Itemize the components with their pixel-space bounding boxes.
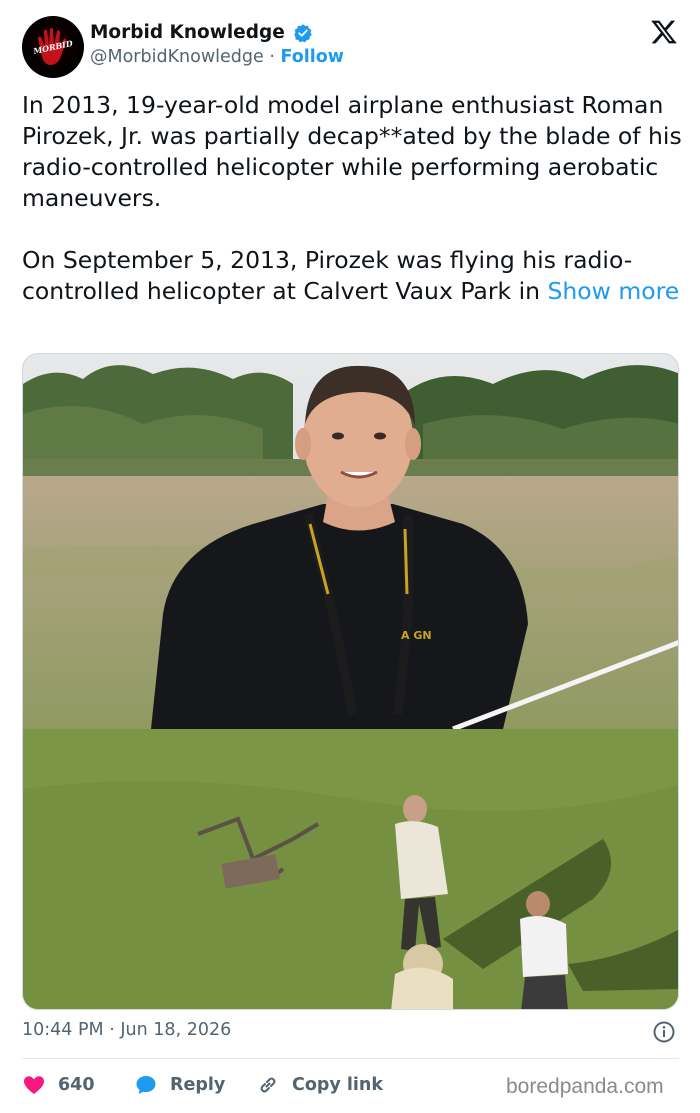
- author-display-name[interactable]: Morbid Knowledge: [90, 22, 285, 43]
- verified-badge-icon: [294, 23, 312, 42]
- x-logo-icon[interactable]: [650, 18, 678, 46]
- tweet-text: In 2013, 19-year-old model airplane enth…: [22, 90, 682, 307]
- reply-label: Reply: [170, 1075, 226, 1095]
- tweet-header: MORBID Morbid Knowledge @MorbidKnowledge…: [22, 16, 682, 78]
- author-handle[interactable]: @MorbidKnowledge: [90, 47, 264, 67]
- source-watermark: boredpanda.com: [506, 1075, 664, 1098]
- reply-button[interactable]: Reply: [134, 1070, 225, 1100]
- reply-bubble-icon: [136, 1076, 156, 1094]
- svg-text:A GN: A GN: [401, 629, 432, 642]
- follow-button[interactable]: Follow: [281, 47, 344, 67]
- info-icon[interactable]: [652, 1020, 676, 1044]
- tweet-paragraph-1: In 2013, 19-year-old model airplane enth…: [22, 91, 682, 212]
- link-icon: [260, 1077, 276, 1093]
- tweet-timestamp[interactable]: 10:44 PM · Jun 18, 2026: [22, 1020, 231, 1040]
- like-button[interactable]: 640: [22, 1070, 95, 1100]
- show-more-link[interactable]: Show more: [547, 277, 679, 305]
- tweet-date[interactable]: Jun 18, 2026: [120, 1020, 231, 1040]
- tweet-paragraph-2-text: On September 5, 2013, Pirozek was flying…: [22, 246, 633, 305]
- portrait-photo[interactable]: A GN: [23, 354, 679, 729]
- timestamp-separator: ·: [109, 1020, 115, 1040]
- handle-separator: ·: [269, 47, 275, 67]
- divider: [22, 1058, 679, 1059]
- tweet-media[interactable]: A GN: [22, 353, 679, 1010]
- author-names: Morbid Knowledge @MorbidKnowledge · Foll…: [90, 22, 344, 67]
- tweet-time[interactable]: 10:44 PM: [22, 1020, 104, 1040]
- field-photo[interactable]: [23, 729, 679, 1010]
- copy-link-button[interactable]: Copy link: [256, 1070, 383, 1100]
- avatar[interactable]: MORBID: [22, 16, 84, 78]
- like-count: 640: [58, 1075, 95, 1095]
- tweet-paragraph-2: On September 5, 2013, Pirozek was flying…: [22, 245, 682, 307]
- heart-icon: [24, 1076, 44, 1094]
- copy-link-label: Copy link: [292, 1075, 383, 1095]
